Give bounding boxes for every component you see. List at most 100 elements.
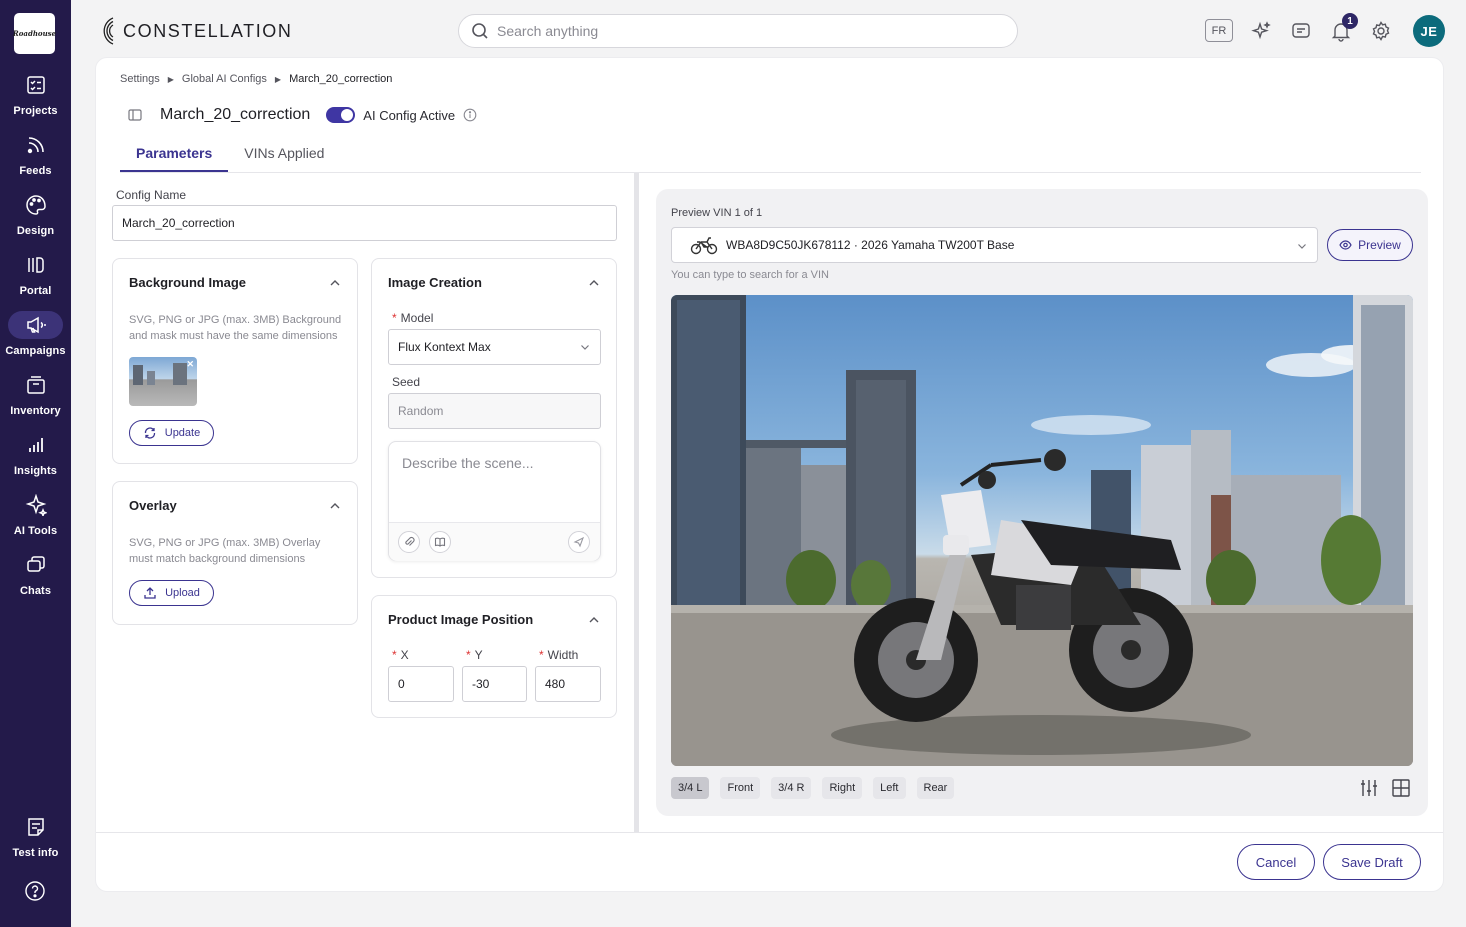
tab-vins-applied[interactable]: VINs Applied bbox=[228, 142, 340, 172]
breadcrumb-separator-icon: ▶ bbox=[167, 74, 174, 84]
sidebar-item-test-info[interactable]: Test info bbox=[0, 816, 71, 859]
angle-front[interactable]: Front bbox=[720, 777, 761, 799]
breadcrumb-settings[interactable]: Settings bbox=[120, 73, 160, 85]
sidebar: Roadhouse Projects Feeds Design Portal C… bbox=[0, 0, 71, 927]
sidebar-item-inventory[interactable]: Inventory bbox=[0, 374, 71, 417]
x-input[interactable] bbox=[388, 666, 454, 702]
scene-prompt[interactable]: Describe the scene... bbox=[388, 441, 601, 561]
chevron-up-icon[interactable] bbox=[588, 614, 600, 626]
sidebar-item-projects[interactable]: Projects bbox=[0, 74, 71, 117]
sidebar-item-design[interactable]: Design bbox=[0, 194, 71, 237]
tabs-divider bbox=[120, 172, 1421, 173]
width-input[interactable] bbox=[535, 666, 601, 702]
button-label: Upload bbox=[165, 587, 200, 599]
eye-icon bbox=[1339, 240, 1352, 250]
inventory-icon bbox=[25, 374, 47, 396]
model-select[interactable]: Flux Kontext Max bbox=[388, 329, 601, 365]
resize-handle[interactable] bbox=[634, 173, 639, 833]
sidebar-item-feeds[interactable]: Feeds bbox=[0, 134, 71, 177]
gear-icon[interactable] bbox=[1370, 20, 1392, 42]
avatar[interactable]: JE bbox=[1413, 15, 1445, 47]
y-label-text: Y bbox=[474, 648, 483, 662]
button-label: Update bbox=[164, 427, 201, 439]
chevron-down-icon bbox=[581, 345, 589, 350]
chevron-up-icon[interactable] bbox=[329, 277, 341, 289]
seed-input[interactable] bbox=[388, 393, 601, 429]
angle-rear[interactable]: Rear bbox=[916, 777, 955, 799]
sidebar-item-insights[interactable]: Insights bbox=[0, 434, 71, 477]
button-label: Cancel bbox=[1255, 854, 1297, 870]
angle-right[interactable]: Right bbox=[822, 777, 863, 799]
help-icon[interactable] bbox=[24, 880, 46, 905]
adjustments-icon[interactable] bbox=[1358, 777, 1380, 799]
x-label: * X bbox=[392, 648, 409, 662]
save-draft-button[interactable]: Save Draft bbox=[1323, 844, 1421, 880]
button-label: Preview bbox=[1358, 238, 1401, 252]
config-name-label: Config Name bbox=[116, 188, 187, 202]
update-button[interactable]: Update bbox=[129, 420, 214, 446]
breadcrumb-global-ai-configs[interactable]: Global AI Configs bbox=[182, 73, 267, 85]
panel-toggle-icon[interactable] bbox=[128, 109, 142, 121]
sidebar-item-chats[interactable]: Chats bbox=[0, 554, 71, 597]
sidebar-item-campaigns[interactable]: Campaigns bbox=[0, 311, 71, 357]
generated-preview-image bbox=[671, 295, 1413, 766]
sidebar-item-label: Chats bbox=[19, 585, 52, 597]
upload-icon bbox=[144, 587, 156, 599]
sparkle-icon[interactable] bbox=[1250, 20, 1272, 42]
seed-label: Seed bbox=[392, 375, 421, 389]
tab-label: Parameters bbox=[136, 145, 213, 161]
logo-text: Roadhouse bbox=[12, 29, 57, 38]
sidebar-item-label: AI Tools bbox=[13, 525, 58, 537]
prompt-placeholder: Describe the scene... bbox=[402, 455, 534, 471]
y-input[interactable] bbox=[462, 666, 527, 702]
page-title: March_20_correction bbox=[160, 106, 311, 123]
angle-3-4-right[interactable]: 3/4 R bbox=[771, 777, 812, 799]
brand-name: CONSTELLATION bbox=[123, 20, 293, 41]
constellation-logo-icon bbox=[103, 17, 114, 45]
angle-3-4-left[interactable]: 3/4 L bbox=[671, 777, 710, 799]
sidebar-item-ai-tools[interactable]: AI Tools bbox=[0, 493, 71, 537]
background-thumbnail[interactable]: ✕ bbox=[129, 357, 197, 406]
message-icon[interactable] bbox=[1290, 20, 1312, 42]
tab-parameters[interactable]: Parameters bbox=[120, 142, 229, 172]
book-icon[interactable] bbox=[429, 531, 451, 553]
remove-icon[interactable]: ✕ bbox=[186, 359, 194, 370]
info-icon[interactable] bbox=[463, 108, 477, 122]
notification-badge: 1 bbox=[1342, 13, 1358, 29]
attach-icon[interactable] bbox=[398, 531, 420, 553]
preview-button[interactable]: Preview bbox=[1327, 229, 1413, 261]
tabs: Parameters VINs Applied bbox=[120, 142, 340, 172]
config-name-input[interactable] bbox=[112, 205, 617, 241]
main-card: Settings ▶ Global AI Configs ▶ March_20_… bbox=[95, 57, 1444, 892]
motorcycle-icon bbox=[690, 237, 718, 255]
search-input[interactable] bbox=[497, 23, 977, 39]
brand[interactable]: CONSTELLATION bbox=[95, 16, 293, 46]
model-label: * Model bbox=[392, 311, 434, 325]
angle-label: Right bbox=[829, 782, 856, 794]
feeds-icon bbox=[25, 134, 47, 156]
search-icon bbox=[472, 23, 488, 39]
chevron-up-icon[interactable] bbox=[588, 277, 600, 289]
sidebar-item-label: Insights bbox=[14, 465, 57, 477]
send-icon[interactable] bbox=[568, 531, 590, 553]
global-search[interactable] bbox=[458, 14, 1018, 48]
ai-config-active-toggle[interactable] bbox=[326, 107, 356, 123]
vin-select[interactable]: WBA8D9C50JK678112 · 2026 Yamaha TW200T B… bbox=[671, 227, 1318, 263]
image-creation-panel: Image Creation * Model Flux Kontext Max S… bbox=[371, 258, 617, 578]
angle-left[interactable]: Left bbox=[873, 777, 906, 799]
chats-icon bbox=[25, 554, 47, 576]
sidebar-item-portal[interactable]: Portal bbox=[0, 254, 71, 297]
upload-button[interactable]: Upload bbox=[129, 580, 214, 606]
cancel-button[interactable]: Cancel bbox=[1237, 844, 1315, 880]
chevron-up-icon[interactable] bbox=[329, 500, 341, 512]
brand-logo[interactable]: Roadhouse bbox=[12, 13, 57, 54]
footer-divider bbox=[96, 832, 1443, 833]
test-info-icon bbox=[25, 816, 47, 838]
grid-icon[interactable] bbox=[1390, 777, 1412, 799]
notification-count: 1 bbox=[1347, 15, 1353, 27]
model-label-text: Model bbox=[400, 311, 434, 325]
language-button[interactable]: FR bbox=[1205, 19, 1233, 42]
sidebar-item-label: Inventory bbox=[10, 405, 61, 417]
avatar-initials: JE bbox=[1420, 23, 1438, 39]
sidebar-item-label: Feeds bbox=[19, 165, 52, 177]
